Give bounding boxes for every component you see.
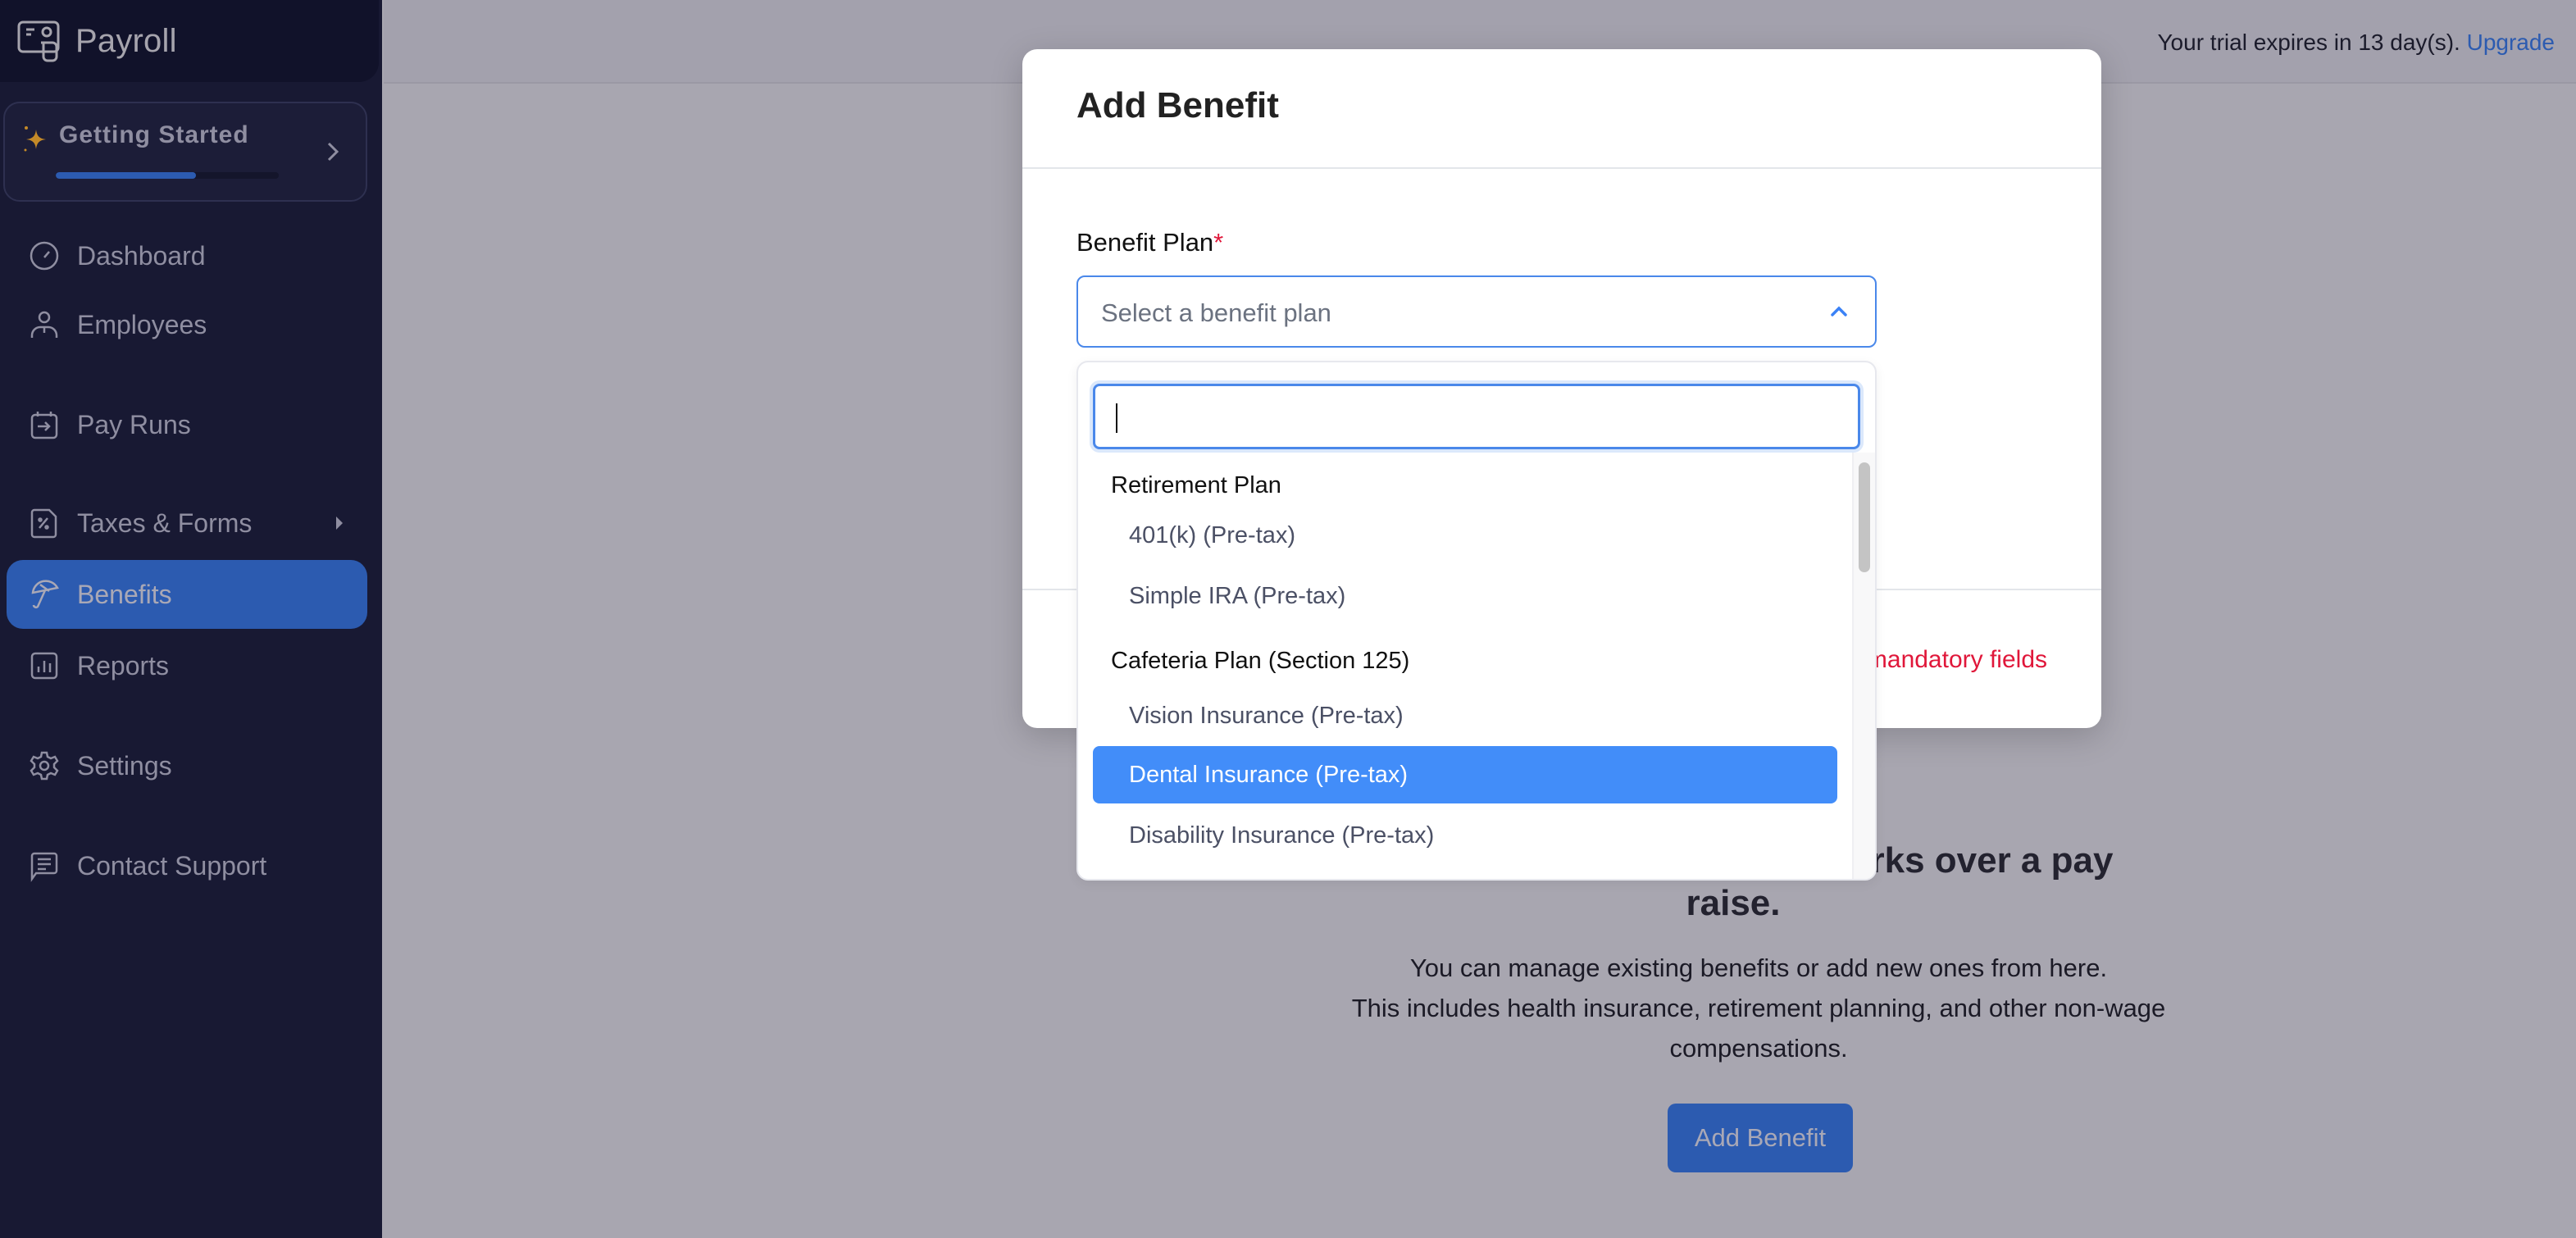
benefit-plan-dropdown: Retirement Plan 401(k) (Pre-tax) Simple … <box>1076 361 1877 881</box>
modal-title: Add Benefit <box>1076 85 1279 125</box>
sidebar-item-label: Employees <box>77 309 207 339</box>
benefit-plan-search-input[interactable] <box>1093 384 1860 449</box>
trial-banner: Your trial expires in 13 day(s). Upgrade <box>2157 30 2555 56</box>
sidebar-item-label: Dashboard <box>77 240 206 271</box>
getting-started-card[interactable]: Getting Started <box>3 102 367 202</box>
option-simple-ira[interactable]: Simple IRA (Pre-tax) <box>1093 567 1837 625</box>
option-group-label: Cafeteria Plan (Section 125) <box>1111 648 1410 674</box>
getting-started-progress <box>56 172 279 179</box>
empty-state-line-2: This includes health insurance, retireme… <box>1351 994 2166 1063</box>
dropdown-scrollbar[interactable] <box>1852 453 1875 879</box>
getting-started-progress-fill <box>56 172 197 179</box>
dropdown-scrollbar-thumb[interactable] <box>1859 462 1870 572</box>
sidebar-item-contact-support[interactable]: Contact Support <box>7 831 367 900</box>
benefit-plan-label: Benefit Plan* <box>1076 228 1223 257</box>
umbrella-icon <box>31 580 59 608</box>
chevron-up-icon <box>1831 306 1847 316</box>
bar-chart-icon <box>30 652 58 680</box>
option-group-label: Retirement Plan <box>1111 472 1281 498</box>
trial-text: Your trial expires in 13 day(s). <box>2157 30 2460 55</box>
sidebar-item-pay-runs[interactable]: Pay Runs <box>7 390 367 459</box>
sidebar-item-label: Pay Runs <box>77 409 191 439</box>
sidebar-item-label: Taxes & Forms <box>77 507 253 538</box>
benefit-plan-label-text: Benefit Plan <box>1076 228 1214 257</box>
sidebar-item-label: Benefits <box>77 579 172 609</box>
sidebar-item-employees[interactable]: Employees <box>7 290 367 359</box>
payroll-logo-icon <box>17 20 60 62</box>
benefit-plan-options: Retirement Plan 401(k) (Pre-tax) Simple … <box>1078 456 1854 879</box>
empty-state-line-1: You can manage existing benefits or add … <box>1409 954 2108 982</box>
caret-right-icon <box>336 517 343 530</box>
tax-percent-icon <box>30 508 57 539</box>
required-mark: * <box>1213 228 1224 257</box>
app-name: Payroll <box>75 22 177 59</box>
modal-header-divider <box>1022 167 2101 169</box>
empty-state-description: You can manage existing benefits or add … <box>1313 948 2204 1068</box>
sidebar-item-reports[interactable]: Reports <box>7 631 367 700</box>
getting-started-label: Getting Started <box>59 121 249 148</box>
option-dental-insurance[interactable]: Dental Insurance (Pre-tax) <box>1093 746 1837 803</box>
sidebar-item-label: Settings <box>77 750 172 781</box>
option-disability-insurance[interactable]: Disability Insurance (Pre-tax) <box>1093 807 1837 864</box>
sidebar-item-settings[interactable]: Settings <box>7 731 367 800</box>
option-vision-insurance[interactable]: Vision Insurance (Pre-tax) <box>1093 687 1837 744</box>
brand-header[interactable]: Payroll <box>0 0 379 82</box>
sparkle-icon <box>24 126 46 152</box>
dashboard-gauge-icon <box>30 241 59 271</box>
sidebar: Payroll Getting Started Dashboard Employ… <box>0 0 382 1238</box>
sidebar-item-label: Contact Support <box>77 850 267 881</box>
message-icon <box>30 852 58 882</box>
sidebar-item-benefits[interactable]: Benefits <box>7 560 367 629</box>
option-401k[interactable]: 401(k) (Pre-tax) <box>1093 507 1837 564</box>
sidebar-item-label: Reports <box>77 650 170 680</box>
chevron-right-icon <box>327 142 339 162</box>
text-cursor <box>1116 403 1117 433</box>
benefit-plan-select-placeholder: Select a benefit plan <box>1101 298 1331 327</box>
calendar-arrow-icon <box>30 412 58 439</box>
benefit-plan-select[interactable]: Select a benefit plan <box>1076 275 1877 348</box>
sidebar-item-dashboard[interactable]: Dashboard <box>7 221 367 290</box>
user-icon <box>30 311 58 338</box>
sidebar-item-taxes-forms[interactable]: Taxes & Forms <box>7 489 367 558</box>
upgrade-link[interactable]: Upgrade <box>2467 30 2555 55</box>
gear-icon <box>30 751 59 781</box>
add-benefit-button[interactable]: Add Benefit <box>1668 1104 1853 1172</box>
